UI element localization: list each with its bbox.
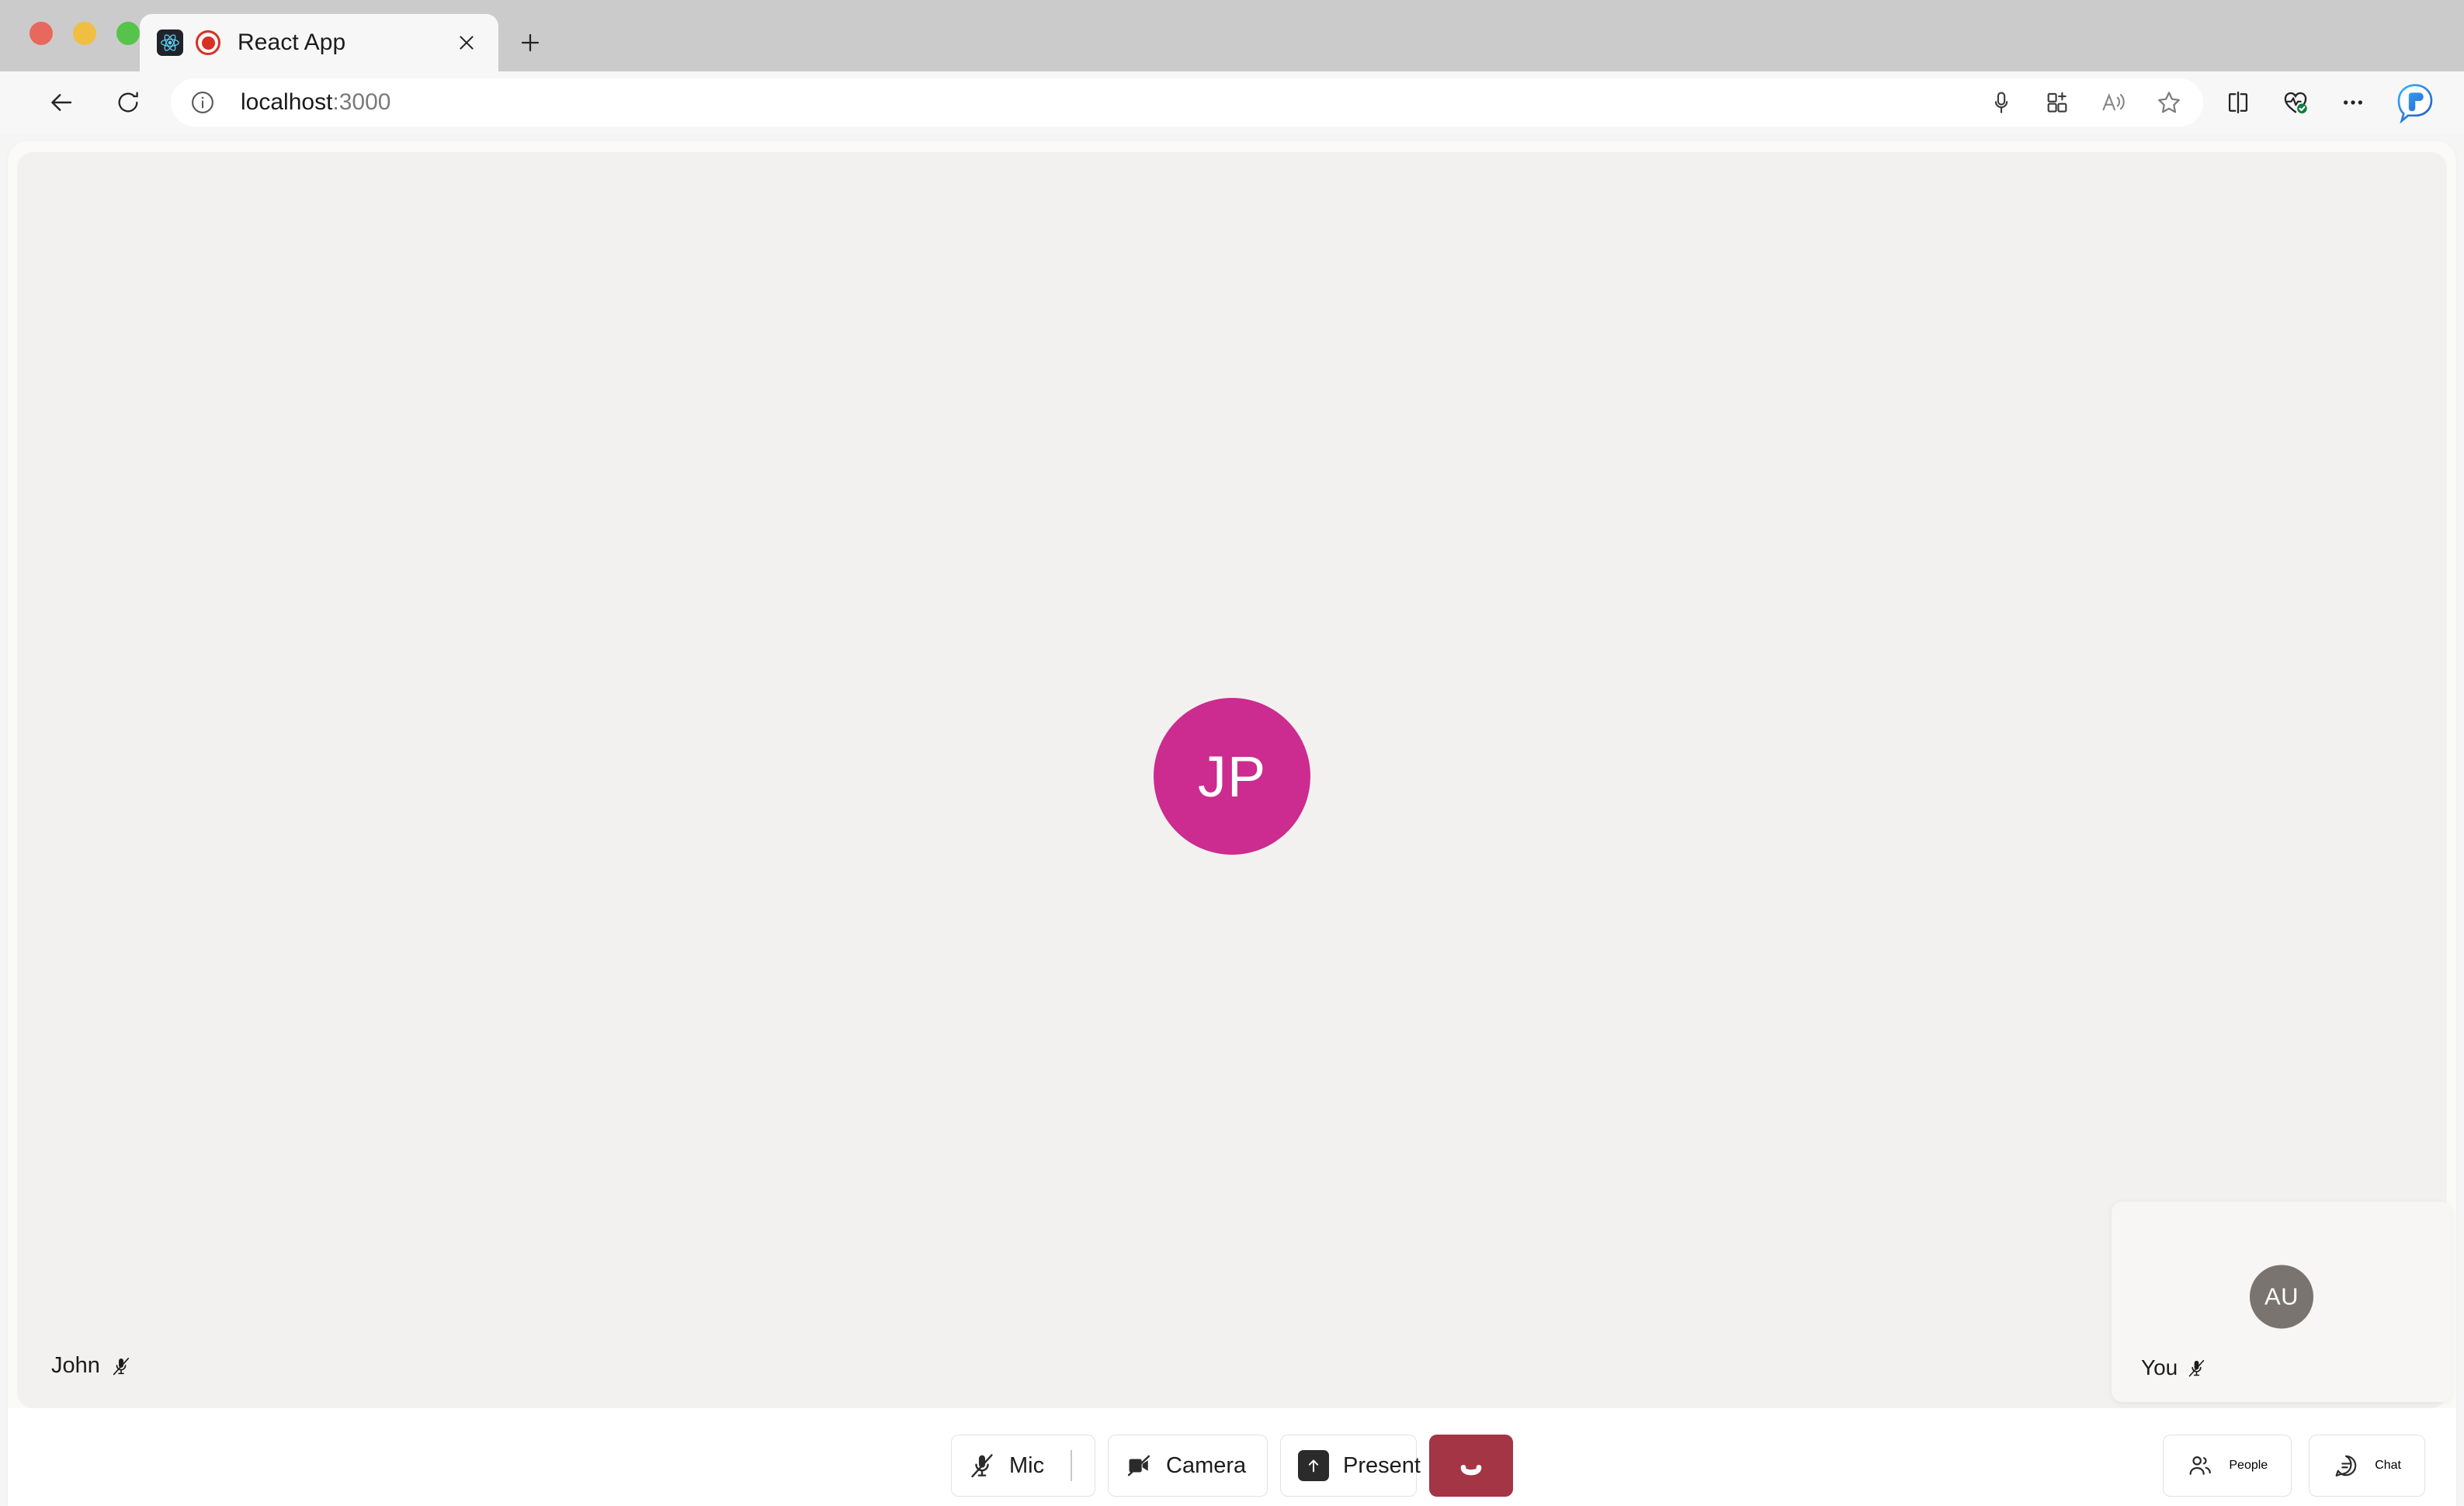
close-icon[interactable] [452,28,481,57]
more-options-icon[interactable] [2324,78,2382,127]
browser-tab-react-app[interactable]: React App [140,14,498,71]
window-traffic-lights [29,22,140,45]
url-port: :3000 [332,89,391,115]
minimize-window-button[interactable] [73,22,96,45]
back-button[interactable] [37,78,85,127]
read-aloud-icon[interactable] [2085,78,2141,127]
chat-bubble-icon [2333,1452,2359,1479]
present-button-label: Present [1343,1452,1421,1478]
avatar: AU [2250,1265,2313,1329]
browser-tab-title: React App [238,29,346,55]
video-call-app: JP John AU You Mic Camera Present People… [8,141,2456,1506]
chat-panel-button[interactable]: Chat [2309,1435,2425,1497]
info-circle-icon[interactable] [189,89,216,116]
people-button-label: People [2229,1459,2268,1472]
star-icon[interactable] [2141,78,2197,127]
avatar: JP [1154,698,1310,855]
copilot-icon[interactable] [2386,74,2444,131]
close-window-button[interactable] [29,22,53,45]
present-button[interactable]: Present [1280,1435,1421,1497]
react-logo-icon [157,29,183,56]
call-controls-primary: Mic Camera Present [951,1435,1513,1497]
browser-toolbar: localhost:3000 [0,71,2464,134]
page-viewport: JP John AU You Mic Camera Present People… [0,134,2464,1506]
split-screen-icon[interactable] [2209,78,2267,127]
call-control-bar: Mic Camera Present People Chat [8,1408,2456,1506]
collections-add-icon[interactable] [2029,78,2085,127]
participant-tile-selfview[interactable]: AU You [2112,1202,2452,1402]
avatar-initials: JP [1197,744,1267,809]
microphone-icon[interactable] [1973,78,2029,127]
hangup-button[interactable] [1429,1435,1513,1497]
browser-titlebar: React App [0,0,2464,71]
mic-off-icon [2187,1359,2206,1378]
mic-off-icon [969,1452,995,1479]
participant-name: John [51,1353,100,1378]
mic-off-icon [111,1356,131,1376]
camera-button-label: Camera [1166,1452,1247,1478]
people-icon [2187,1452,2213,1479]
tab-recording-icon[interactable] [196,30,220,55]
address-bar[interactable]: localhost:3000 [171,78,2203,127]
maximize-window-button[interactable] [116,22,140,45]
call-controls-secondary: People Chat [2163,1435,2425,1497]
phone-hangup-icon [1456,1451,1486,1480]
address-bar-url: localhost:3000 [241,89,390,116]
chat-button-label: Chat [2375,1459,2401,1472]
reload-button[interactable] [104,78,152,127]
browser-essentials-icon[interactable] [2267,78,2324,127]
participant-label-spotlight: John [51,1353,131,1379]
tabstrip: React App [140,14,554,71]
participant-tile-spotlight[interactable]: JP [17,152,2447,1408]
camera-toggle-button[interactable]: Camera [1108,1435,1268,1497]
browser-window: React App localhost:3000 JP John AU You … [0,0,2464,1506]
address-bar-actions [1973,78,2197,127]
share-screen-icon [1298,1450,1329,1481]
mic-button-label: Mic [1009,1452,1045,1478]
avatar-initials: AU [2264,1282,2299,1310]
people-panel-button[interactable]: People [2163,1435,2292,1497]
url-host: localhost [241,89,333,115]
participant-name: You [2141,1355,2178,1379]
new-tab-button[interactable] [506,19,554,67]
participant-label-selfview: You [2141,1355,2206,1380]
video-off-icon [1126,1452,1152,1479]
mic-toggle-button[interactable]: Mic [951,1435,1095,1497]
toolbar-right-actions [2209,74,2444,131]
mic-dropdown-divider[interactable] [1071,1450,1072,1481]
video-stage: JP John AU You [17,152,2452,1408]
